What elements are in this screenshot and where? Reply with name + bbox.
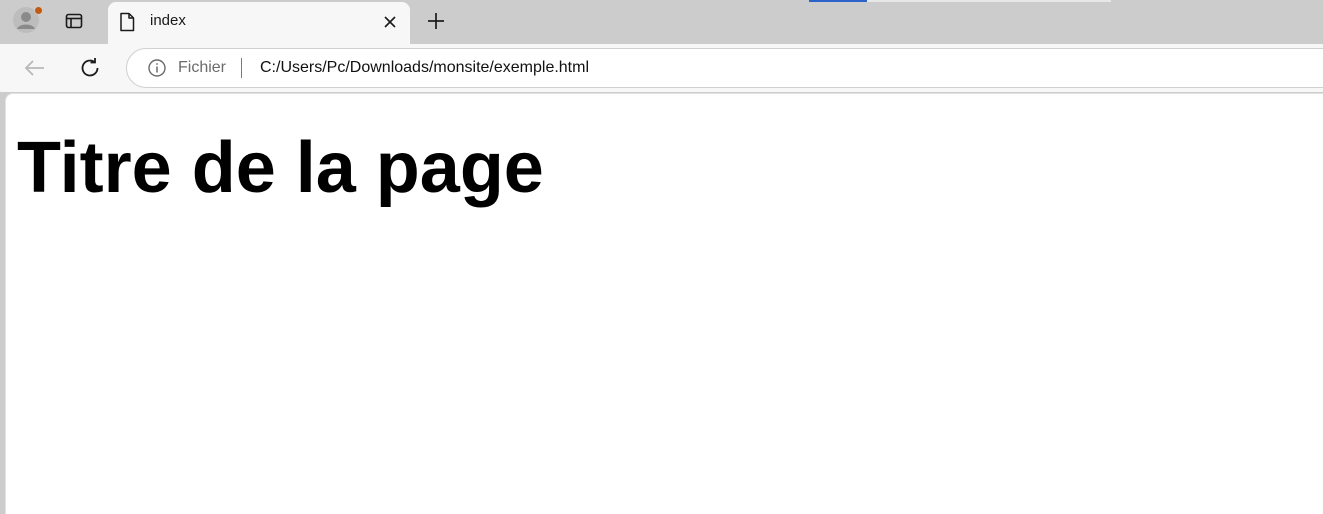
arrow-left-icon xyxy=(24,60,44,76)
active-tab[interactable]: index xyxy=(108,2,410,44)
close-icon xyxy=(384,16,396,28)
reload-button[interactable] xyxy=(77,55,103,81)
loading-indicator-fill xyxy=(809,0,867,2)
tab-close-button[interactable] xyxy=(380,12,400,32)
info-icon[interactable] xyxy=(147,58,167,78)
tab-strip: index xyxy=(0,0,1323,44)
tab-actions-icon xyxy=(65,13,83,29)
profile-notification-badge xyxy=(34,6,43,15)
page-viewport: Titre de la page xyxy=(5,93,1323,514)
reload-icon xyxy=(81,58,99,77)
page-heading: Titre de la page xyxy=(17,128,544,208)
new-tab-button[interactable] xyxy=(424,9,448,33)
plus-icon xyxy=(428,13,444,29)
tab-title: index xyxy=(150,12,186,29)
loading-indicator xyxy=(809,0,1111,2)
navigation-toolbar: Fichier C:/Users/Pc/Downloads/monsite/ex… xyxy=(0,44,1323,92)
url-text[interactable]: C:/Users/Pc/Downloads/monsite/exemple.ht… xyxy=(260,59,589,77)
tab-actions-button[interactable] xyxy=(60,8,88,34)
file-icon xyxy=(120,12,135,32)
address-separator xyxy=(241,58,242,78)
scheme-label: Fichier xyxy=(178,59,227,76)
profile-button[interactable] xyxy=(12,6,43,34)
address-bar[interactable]: Fichier C:/Users/Pc/Downloads/monsite/ex… xyxy=(126,48,1323,88)
back-button[interactable] xyxy=(22,55,48,81)
